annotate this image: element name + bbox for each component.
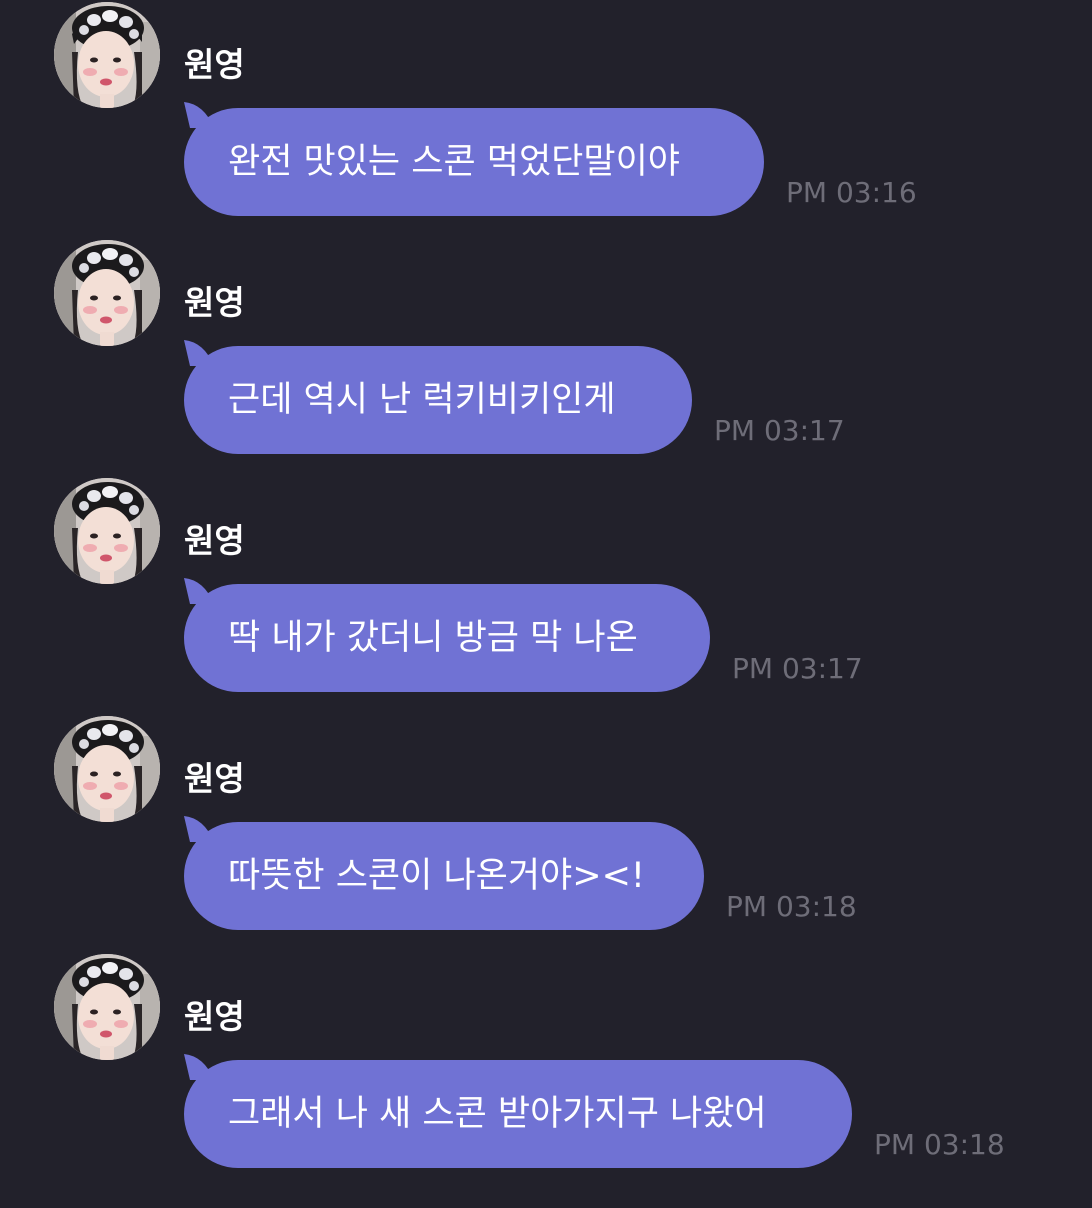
sender-avatar[interactable]	[54, 954, 160, 1060]
message-text: 그래서 나 새 스콘 받아가지구 나왔어	[228, 1094, 767, 1134]
profile-photo-avatar-icon	[54, 478, 160, 584]
chat-message: 원영 딱 내가 갔더니 방금 막 나온 PM 03:17	[0, 476, 1092, 713]
sender-name: 원영	[184, 759, 245, 798]
profile-photo-avatar-icon	[54, 954, 160, 1060]
profile-photo-avatar-icon	[54, 2, 160, 108]
profile-photo-avatar-icon	[54, 716, 160, 822]
sender-name: 원영	[184, 997, 245, 1036]
message-bubble[interactable]: 따뜻한 스콘이 나온거야><!	[184, 816, 704, 930]
sender-name: 원영	[184, 45, 245, 84]
chat-message: 원영 근데 역시 난 럭키비키인게 PM 03:17	[0, 238, 1092, 475]
chat-message: 원영 따뜻한 스콘이 나온거야><! PM 03:18	[0, 714, 1092, 951]
message-text: 근데 역시 난 럭키비키인게	[228, 380, 616, 420]
bubble-tail-icon	[184, 340, 214, 366]
message-bubble[interactable]: 근데 역시 난 럭키비키인게	[184, 340, 692, 454]
bubble-tail-icon	[184, 816, 214, 842]
sender-avatar[interactable]	[54, 240, 160, 346]
message-text: 완전 맛있는 스콘 먹었단말이야	[228, 142, 680, 182]
message-bubble[interactable]: 딱 내가 갔더니 방금 막 나온	[184, 578, 710, 692]
bubble-tail-icon	[184, 102, 214, 128]
message-timestamp: PM 03:16	[786, 176, 917, 209]
message-timestamp: PM 03:18	[726, 890, 857, 923]
sender-name: 원영	[184, 283, 245, 322]
message-timestamp: PM 03:17	[732, 652, 863, 685]
message-timestamp: PM 03:17	[714, 414, 845, 447]
message-bubble[interactable]: 완전 맛있는 스콘 먹었단말이야	[184, 102, 764, 216]
message-timestamp: PM 03:18	[874, 1128, 1005, 1161]
sender-avatar[interactable]	[54, 716, 160, 822]
sender-name: 원영	[184, 521, 245, 560]
message-text: 딱 내가 갔더니 방금 막 나온	[228, 618, 638, 658]
message-text: 따뜻한 스콘이 나온거야><!	[228, 856, 645, 896]
message-bubble[interactable]: 그래서 나 새 스콘 받아가지구 나왔어	[184, 1054, 852, 1168]
chat-message-list[interactable]: 원영 완전 맛있는 스콘 먹었단말이야 PM 03:16 원영 근데 역시 난 …	[0, 0, 1092, 1208]
sender-avatar[interactable]	[54, 478, 160, 584]
profile-photo-avatar-icon	[54, 240, 160, 346]
sender-avatar[interactable]	[54, 2, 160, 108]
chat-message: 원영 그래서 나 새 스콘 받아가지구 나왔어 PM 03:18	[0, 952, 1092, 1189]
bubble-tail-icon	[184, 1054, 214, 1080]
bubble-tail-icon	[184, 578, 214, 604]
chat-message: 원영 완전 맛있는 스콘 먹었단말이야 PM 03:16	[0, 0, 1092, 237]
